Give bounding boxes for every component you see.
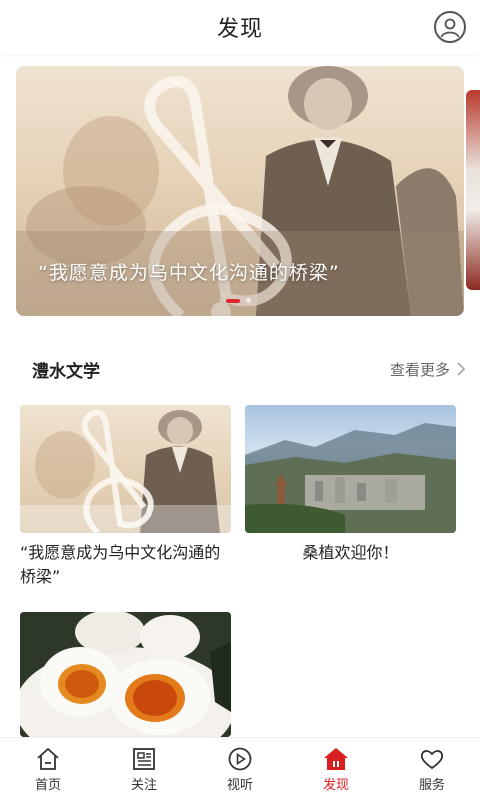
user-avatar-icon[interactable] — [434, 11, 466, 43]
article-thumbnail — [20, 612, 231, 737]
next-banner-peek[interactable] — [466, 90, 480, 290]
article-card[interactable] — [20, 612, 231, 737]
chevron-right-icon — [457, 362, 466, 376]
see-more-link[interactable]: 查看更多 — [390, 359, 466, 380]
nav-item-service[interactable]: 服务 — [392, 746, 472, 793]
article-card[interactable]: 桑植欢迎你！ — [245, 405, 456, 565]
play-icon — [228, 747, 252, 770]
nav-label: 关注 — [130, 777, 157, 793]
nav-item-media[interactable]: 视听 — [200, 746, 280, 793]
top-header: 发现 — [0, 0, 480, 54]
nav-item-home[interactable]: 首页 — [8, 746, 88, 793]
see-more-label: 查看更多 — [389, 360, 450, 379]
section-header: 澧水文学 查看更多 — [0, 352, 480, 386]
news-icon — [133, 747, 155, 770]
heart-icon — [420, 749, 444, 769]
article-title: “我愿意成为乌中文化沟通的桥梁” — [20, 543, 221, 586]
nav-label: 发现 — [322, 777, 349, 793]
nav-label: 服务 — [418, 777, 445, 793]
article-thumbnail — [245, 405, 456, 533]
nav-item-follow[interactable]: 关注 — [104, 746, 184, 793]
home-icon — [37, 747, 59, 770]
banner-carousel[interactable]: “我愿意成为乌中文化沟通的桥梁” — [0, 66, 480, 318]
discover-icon — [324, 747, 348, 770]
carousel-indicator — [226, 298, 251, 303]
carousel-dot — [246, 298, 251, 303]
nav-label: 首页 — [34, 777, 61, 793]
banner-slide[interactable]: “我愿意成为乌中文化沟通的桥梁” — [16, 66, 464, 316]
article-title: 桑植欢迎你！ — [302, 543, 399, 562]
bottom-navigation: 首页 关注 视听 发现 服务 — [0, 737, 480, 800]
nav-label: 视听 — [226, 777, 253, 793]
nav-item-discover[interactable]: 发现 — [296, 746, 376, 793]
section-title: 澧水文学 — [32, 361, 100, 382]
article-thumbnail — [20, 405, 231, 533]
page-title: 发现 — [216, 17, 263, 42]
article-card[interactable]: “我愿意成为乌中文化沟通的桥梁” — [20, 405, 231, 589]
banner-caption: “我愿意成为乌中文化沟通的桥梁” — [38, 262, 340, 284]
carousel-dot-active — [226, 298, 240, 303]
